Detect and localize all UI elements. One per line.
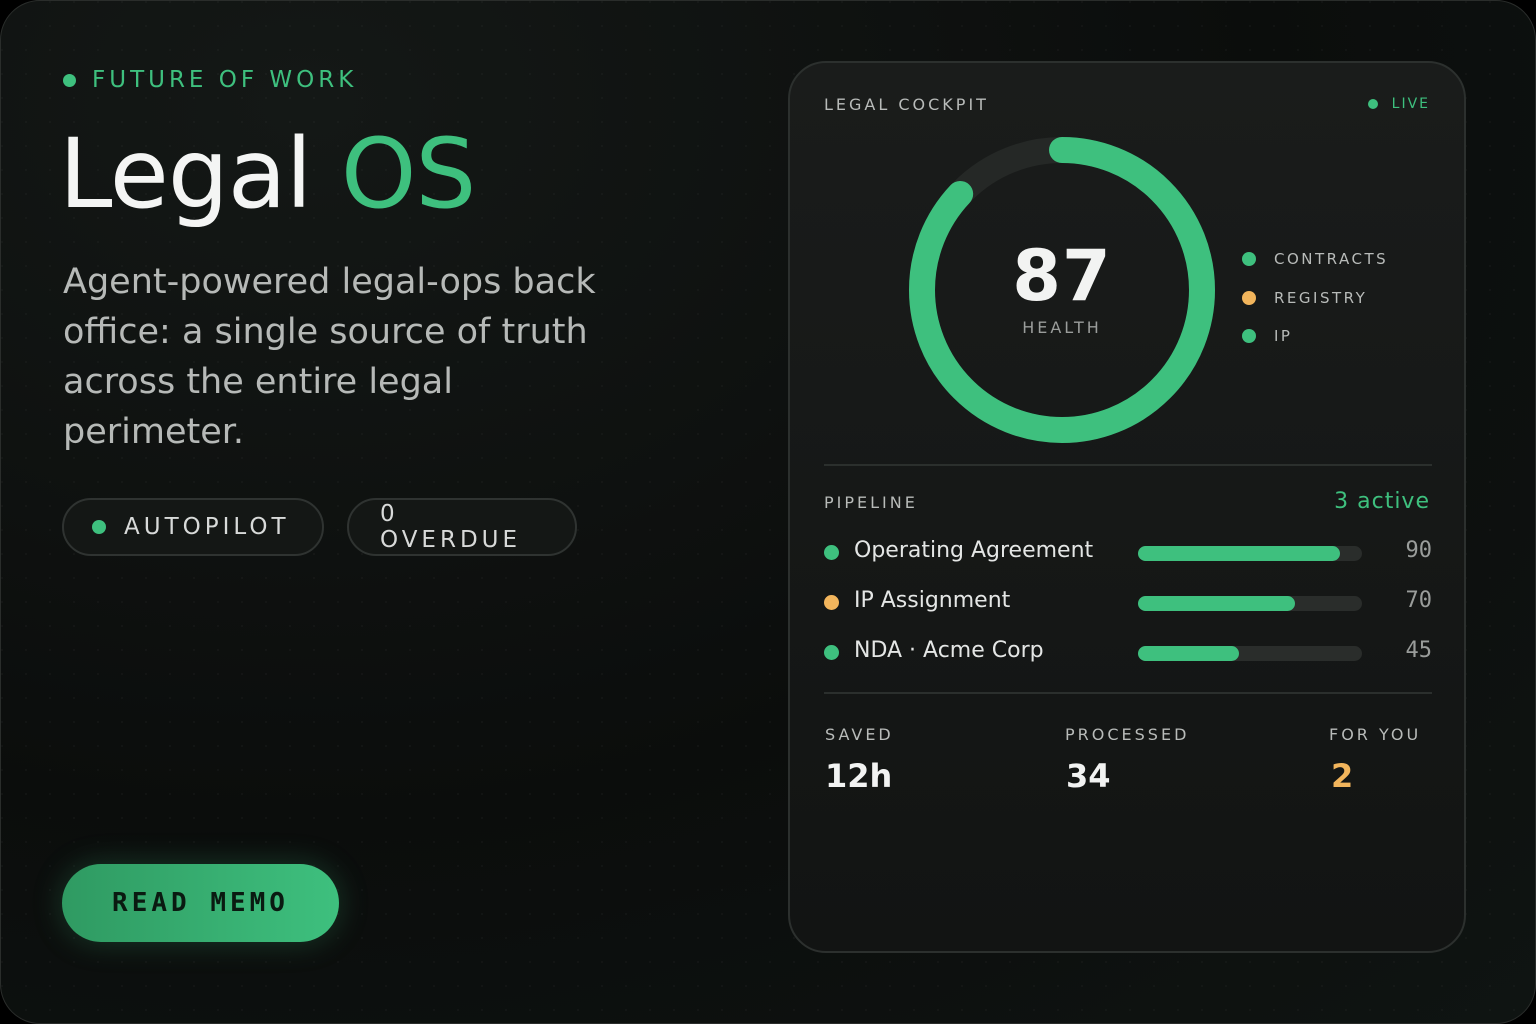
- overdue-badge[interactable]: 0 OVERDUE: [347, 498, 577, 556]
- stat-processed-label: PROCESSED: [1065, 725, 1190, 744]
- legend-dot-icon: [1242, 329, 1256, 344]
- stat-saved-value: 12h: [825, 757, 893, 795]
- pipeline-active-count: 3 active: [1334, 489, 1430, 514]
- progress-track: [1138, 546, 1362, 561]
- health-label: HEALTH: [1022, 318, 1102, 337]
- pipeline-item-value: 70: [1405, 588, 1433, 613]
- progress-track: [1138, 646, 1362, 661]
- page-subtitle: Agent-powered legal-ops back office: a s…: [63, 262, 596, 452]
- divider: [824, 464, 1432, 466]
- stat-for-you-label: FOR YOU: [1329, 725, 1422, 744]
- gauge-legend: CONTRACTS REGISTRY IP: [1242, 240, 1388, 356]
- pipeline-item-name: Operating Agreement: [854, 538, 1094, 563]
- status-dot-icon: [824, 645, 839, 660]
- read-memo-button[interactable]: READ MEMO: [62, 864, 339, 942]
- legal-cockpit-card: LEGAL COCKPIT LIVE 87 HEALTH CONTRACTS R…: [788, 61, 1466, 953]
- kicker-label: FUTURE OF WORK: [92, 67, 358, 93]
- live-indicator: LIVE: [1367, 96, 1430, 112]
- pipeline-row[interactable]: NDA · Acme Corp 45: [824, 638, 1432, 668]
- app-frame: FUTURE OF WORK Legal OS Agent-powered le…: [0, 0, 1536, 1024]
- stat-processed-value: 34: [1066, 757, 1111, 795]
- legend-label: IP: [1274, 327, 1293, 346]
- pipeline-row[interactable]: IP Assignment 70: [824, 588, 1432, 618]
- legend-label: CONTRACTS: [1274, 250, 1389, 269]
- pipeline-item-name: NDA · Acme Corp: [854, 638, 1044, 663]
- live-label: LIVE: [1391, 96, 1430, 112]
- divider: [824, 692, 1432, 694]
- kicker: FUTURE OF WORK: [63, 67, 357, 93]
- legend-item-ip: IP: [1242, 317, 1388, 356]
- overdue-label: 0 OVERDUE: [380, 501, 522, 553]
- status-dot-icon: [63, 73, 76, 87]
- progress-fill: [1138, 596, 1295, 611]
- pipeline-item-value: 45: [1405, 638, 1433, 663]
- progress-track: [1138, 596, 1362, 611]
- legend-label: REGISTRY: [1274, 288, 1368, 307]
- progress-fill: [1138, 646, 1239, 661]
- title-accent: OS: [340, 118, 476, 230]
- progress-fill: [1138, 546, 1340, 561]
- pipeline-row[interactable]: Operating Agreement 90: [824, 538, 1432, 568]
- live-dot-icon: [1367, 99, 1378, 109]
- page-title: Legal OS: [59, 118, 476, 230]
- health-value: 87: [1012, 235, 1112, 317]
- status-dot-icon: [824, 545, 839, 560]
- autopilot-badge[interactable]: AUTOPILOT: [62, 498, 324, 556]
- status-dot-icon: [92, 520, 106, 534]
- pipeline-item-name: IP Assignment: [854, 588, 1011, 613]
- stat-saved-label: SAVED: [825, 725, 894, 744]
- stat-for-you-value: 2: [1331, 757, 1354, 795]
- legend-dot-icon: [1242, 252, 1256, 267]
- legend-dot-icon: [1242, 290, 1256, 305]
- legend-item-contracts: CONTRACTS: [1242, 240, 1388, 279]
- legend-item-registry: REGISTRY: [1242, 279, 1388, 318]
- autopilot-label: AUTOPILOT: [124, 514, 290, 540]
- pipeline-item-value: 90: [1405, 538, 1433, 563]
- status-dot-icon: [824, 595, 839, 610]
- title-main: Legal: [59, 118, 312, 230]
- pipeline-title: PIPELINE: [824, 493, 918, 512]
- cockpit-title: LEGAL COCKPIT: [824, 95, 989, 114]
